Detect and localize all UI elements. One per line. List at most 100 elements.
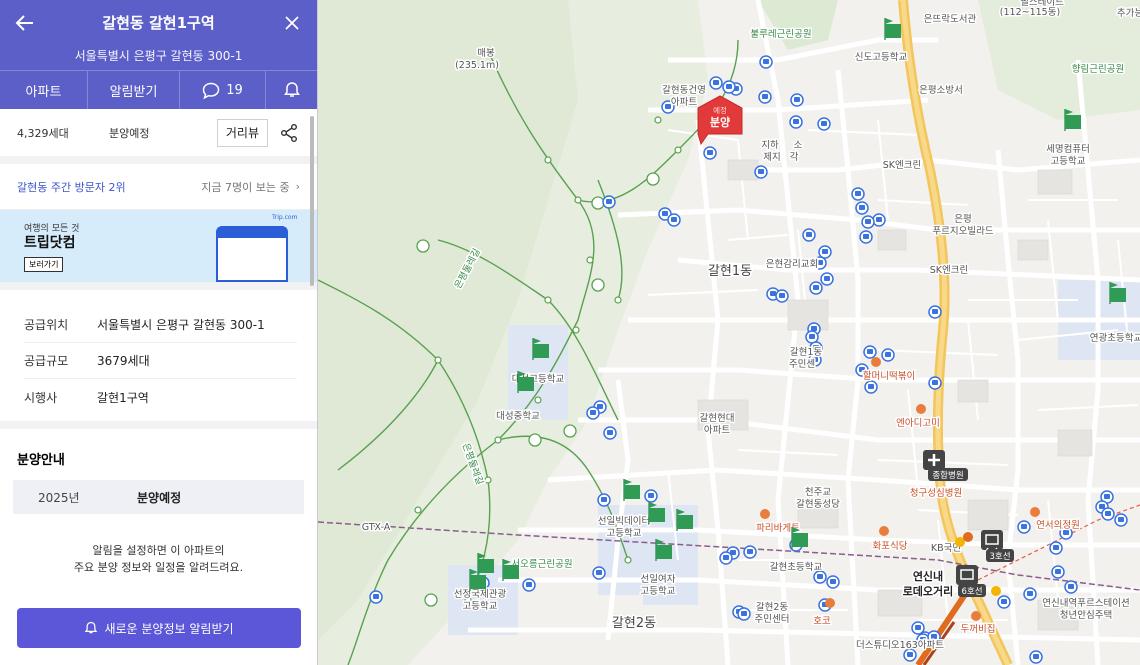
label-dong1: 갈현1동 — [708, 264, 752, 279]
sale-state: 분양예정 — [137, 490, 182, 505]
bus-glyph — [931, 634, 937, 639]
bus-glyph — [865, 219, 871, 224]
bus-glyph — [932, 380, 938, 385]
bus-glyph — [1053, 545, 1059, 550]
bus-glyph — [867, 349, 873, 354]
label-school2a: 세명컴퓨터 — [1046, 143, 1090, 155]
tab-comments[interactable]: 19 — [180, 71, 266, 109]
bus-glyph — [1001, 599, 1007, 604]
label-school5a: 선일빅데이터 — [598, 516, 650, 527]
label-villa: 은평 — [954, 214, 971, 225]
bus-glyph — [794, 97, 800, 102]
scrollbar[interactable] — [310, 116, 314, 286]
label-school6b: 고등학교 — [641, 586, 676, 597]
label-hospital: 청구성심병원 — [910, 488, 962, 499]
bus-glyph — [813, 285, 819, 290]
bus-glyph — [597, 404, 603, 409]
label-center2a: 갈현2동 — [756, 601, 789, 613]
tab-apartment[interactable]: 아파트 — [0, 71, 88, 109]
label-station1a: 지하 — [761, 139, 779, 151]
bus-glyph — [662, 211, 668, 216]
label-youth2: 청년안심주택 — [1060, 610, 1112, 621]
sale-status: 분양예정 — [109, 126, 150, 140]
sale-marker-small: 예정 — [713, 105, 727, 115]
subscribe-alert-button[interactable]: 새로운 분양정보 알림받기 — [17, 608, 301, 648]
bus-glyph — [1033, 654, 1039, 659]
info-key: 공급규모 — [24, 354, 69, 368]
info-row-developer: 시행사 갈현1구역 — [24, 379, 297, 415]
info-row-location: 공급위치 서울특별시 은평구 갈현동 300-1 — [24, 307, 297, 343]
label-youth1: 연신내역푸르스테이션 — [1042, 598, 1129, 609]
comments-count: 19 — [226, 82, 243, 98]
label-apt1b: 아파트 — [671, 97, 697, 108]
share-icon[interactable] — [278, 122, 300, 144]
school-lot — [508, 325, 568, 420]
bus-glyph — [1105, 511, 1111, 516]
subscribe-alert-label: 새로운 분양정보 알림받기 — [104, 621, 234, 636]
map-view[interactable]: 매봉 (235.1m) 갈현동건영 아파트 불루레근린공원 신도고등학교 은뜨락… — [318, 0, 1140, 665]
bus-glyph — [907, 652, 913, 657]
label-school8a: 선정국제관광 — [454, 588, 507, 600]
bus-glyph — [1021, 524, 1027, 529]
label-gtx: GTX-A — [362, 522, 391, 533]
label-mountain-height: (235.1m) — [455, 60, 499, 71]
sale-heading: 분양안내 — [17, 453, 65, 468]
ad-phone-image — [216, 226, 288, 282]
label-school3: 연광초등학교 — [1090, 332, 1140, 344]
visitor-rank-link[interactable]: 갈현동 주간 방문자 2위 지금 7명이 보는 중 › — [0, 164, 317, 210]
header-tabs: 아파트 알림받기 19 — [0, 70, 317, 109]
label-yeonsim: 연서의정원 — [1036, 520, 1080, 531]
label-villa2: 푸르지오빌라드 — [932, 226, 993, 237]
bus-glyph — [806, 232, 812, 237]
label-topright2: (112~115동) — [1000, 7, 1060, 18]
bus-glyph — [859, 205, 865, 210]
sale-guide: 분양안내 2025년 분양예정 알림을 설정하면 이 아파트의 주요 분양 정보… — [0, 429, 317, 648]
label-fire-station: 은평소방서 — [919, 85, 963, 96]
comment-bubble-icon — [202, 82, 220, 99]
bus-glyph — [671, 217, 677, 222]
label-center1b: 주민센 — [789, 359, 815, 370]
bus-glyph — [868, 384, 874, 389]
ad-button[interactable]: 보러가기 — [24, 257, 64, 272]
map-canvas[interactable]: 매봉 (235.1m) 갈현동건영 아파트 불루레근린공원 신도고등학교 은뜨락… — [318, 0, 1140, 665]
bus-glyph — [1118, 517, 1124, 522]
bus-glyph — [741, 611, 747, 616]
bus-glyph — [726, 84, 732, 89]
label-school5b: 고등학교 — [607, 528, 642, 539]
label-school6a: 선일여자 — [641, 573, 676, 585]
bus-glyph — [863, 234, 869, 239]
label-church2b: 갈현동성당 — [796, 498, 840, 510]
street-view-button[interactable]: 거리뷰 — [216, 118, 268, 147]
label-topright3: 추가능 — [1117, 8, 1140, 19]
label-yeonsin1: 연신내 — [913, 569, 943, 583]
bus-glyph — [821, 121, 827, 126]
label-center2b: 주민센터 — [755, 614, 790, 625]
bus-glyph — [1055, 569, 1061, 574]
bus-glyph — [822, 249, 828, 254]
close-icon[interactable] — [281, 12, 303, 34]
ad-banner[interactable]: 여행의 모든 것 트립닷컴 보러가기 Trip.com — [0, 210, 317, 282]
label-school2b: 고등학교 — [1051, 156, 1086, 167]
bus-glyph — [855, 191, 861, 196]
label-school7: 갈현초등학교 — [770, 561, 823, 573]
bus-glyph — [809, 334, 815, 339]
label-sk1: SK엔크린 — [883, 160, 921, 171]
bus-glyph — [1099, 504, 1105, 509]
bus-glyph — [713, 80, 719, 85]
bus-glyph — [793, 119, 799, 124]
bus-glyph — [811, 326, 817, 331]
bus-glyph — [601, 497, 607, 502]
line3-label: 3호선 — [989, 552, 1010, 562]
bus-glyph — [763, 59, 769, 64]
alert-message-line: 주요 분양 정보와 일정을 알려드려요. — [73, 561, 244, 574]
bus-glyph — [1027, 591, 1033, 596]
info-key: 공급위치 — [24, 318, 69, 332]
alert-message: 알림을 설정하면 이 아파트의 주요 분양 정보와 일정을 알려드려요. — [0, 542, 317, 576]
label-yeonsin2: 로데오거리 — [903, 584, 954, 598]
tab-notification[interactable] — [266, 71, 317, 109]
ad-brand: 트립닷컴 — [24, 235, 76, 251]
label-school1: 신도고등학교 — [855, 52, 908, 63]
label-church: 은현감리교회 — [766, 258, 818, 270]
label-hoko: 호코 — [813, 616, 831, 627]
tab-alert[interactable]: 알림받기 — [88, 71, 180, 109]
